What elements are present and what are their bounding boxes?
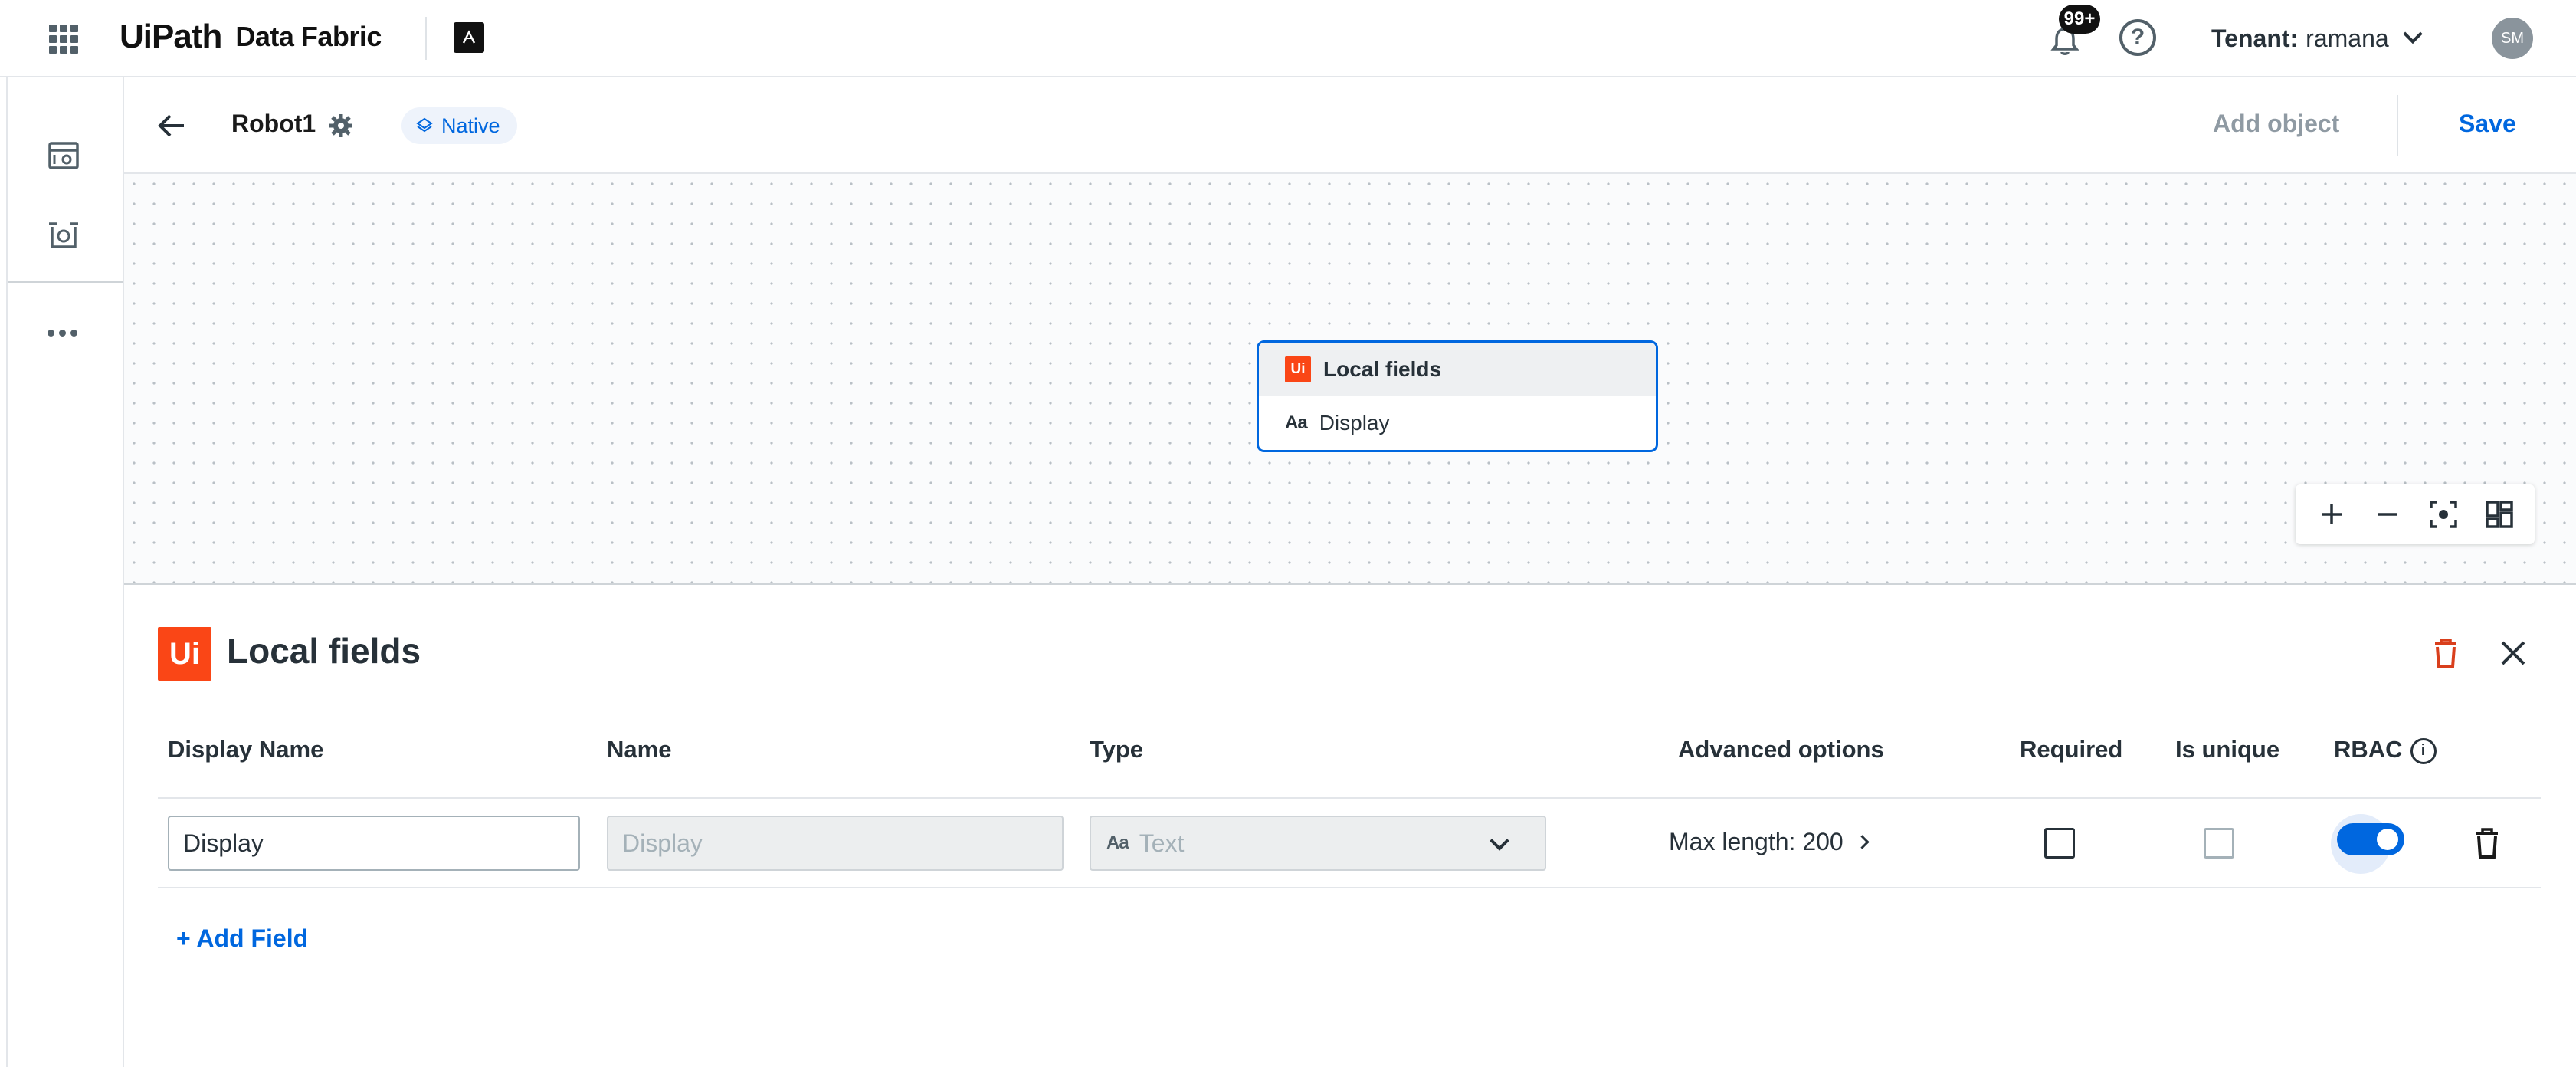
fit-view-icon[interactable] <box>2427 497 2460 531</box>
column-header-type: Type <box>1090 736 1144 763</box>
help-icon[interactable]: ? <box>2119 19 2156 56</box>
advanced-options-link[interactable]: Max length: 200 <box>1669 828 1870 856</box>
user-avatar[interactable]: SM <box>2492 18 2533 59</box>
top-bar: Ui Path Data Fabric 99+ ? Tenant: ramana … <box>0 0 2576 77</box>
type-select[interactable]: Aa Text <box>1090 816 1546 871</box>
panel-title: Local fields <box>227 631 421 671</box>
add-field-button[interactable]: + Add Field <box>176 924 308 953</box>
is-unique-checkbox[interactable] <box>2204 828 2234 859</box>
uipath-entity-icon: Ui <box>158 627 211 681</box>
native-badge-label: Native <box>441 113 500 137</box>
zoom-in-icon[interactable] <box>2315 497 2348 531</box>
divider <box>425 17 427 60</box>
text-type-icon: Aa <box>1285 412 1308 433</box>
delete-field-icon[interactable] <box>2472 826 2502 860</box>
chevron-down-icon <box>1490 831 1509 851</box>
app-launcher-icon[interactable] <box>49 25 78 54</box>
rail-edge <box>0 77 8 1067</box>
zoom-controls <box>2296 484 2535 544</box>
entity-node-field[interactable]: Aa Display <box>1259 396 1656 450</box>
tenant-value: ramana <box>2306 24 2389 52</box>
toggle-knob <box>2377 829 2398 850</box>
notification-count-badge: 99+ <box>2059 5 2100 34</box>
required-checkbox[interactable] <box>2044 828 2075 859</box>
entity-node[interactable]: Ui Local fields Aa Display <box>1257 340 1658 452</box>
logo-path-text: Path <box>152 18 222 55</box>
add-object-button[interactable]: Add object <box>2213 110 2339 138</box>
row-divider <box>158 797 2541 799</box>
delete-entity-icon[interactable] <box>2429 636 2463 670</box>
column-header-advanced-options: Advanced options <box>1678 736 1884 763</box>
entity-title: Robot1 <box>231 110 316 137</box>
tenant-selector[interactable]: Tenant: ramana <box>2211 22 2423 54</box>
uipath-entity-icon: Ui <box>1285 356 1311 382</box>
product-name: Data Fabric <box>235 21 382 52</box>
org-logo-icon[interactable] <box>454 22 484 53</box>
uipath-logo[interactable]: Ui Path Data Fabric <box>120 14 382 60</box>
advanced-options-value: Max length: 200 <box>1669 828 1844 855</box>
entities-nav-icon[interactable] <box>43 135 84 176</box>
layers-icon <box>416 117 433 133</box>
header-divider <box>2397 95 2398 156</box>
choice-sets-nav-icon[interactable] <box>43 215 84 256</box>
chevron-right-icon <box>1855 835 1870 849</box>
rbac-toggle[interactable] <box>2337 823 2404 855</box>
column-header-required: Required <box>2020 736 2123 763</box>
entity-node-header: Ui Local fields <box>1259 343 1656 396</box>
more-options-icon[interactable] <box>48 330 77 337</box>
entity-node-field-label: Display <box>1319 410 1390 435</box>
display-name-input[interactable] <box>168 816 580 871</box>
info-icon[interactable]: i <box>2410 737 2437 764</box>
row-divider <box>158 887 2541 888</box>
chevron-down-icon <box>2402 24 2423 44</box>
column-header-display-name: Display Name <box>168 736 324 763</box>
rail-separator <box>8 281 123 283</box>
native-badge: Native <box>401 107 517 144</box>
zoom-out-icon[interactable] <box>2371 497 2404 531</box>
column-header-name: Name <box>607 736 672 763</box>
entity-node-title: Local fields <box>1323 356 1442 381</box>
tenant-label: Tenant: <box>2211 24 2299 52</box>
column-header-rbac: RBAC i <box>2334 736 2437 764</box>
close-icon[interactable] <box>2495 635 2532 671</box>
name-input: Display <box>607 816 1064 871</box>
layout-grid-icon[interactable] <box>2483 497 2516 531</box>
column-header-is-unique: Is unique <box>2175 736 2280 763</box>
settings-gear-icon[interactable] <box>327 112 355 140</box>
save-button[interactable]: Save <box>2459 110 2516 138</box>
back-arrow-icon[interactable] <box>153 107 190 144</box>
column-header-rbac-label: RBAC <box>2334 736 2403 763</box>
logo-ui-text: Ui <box>120 18 152 55</box>
type-select-value: Text <box>1139 829 1185 857</box>
text-type-icon: Aa <box>1106 832 1129 853</box>
